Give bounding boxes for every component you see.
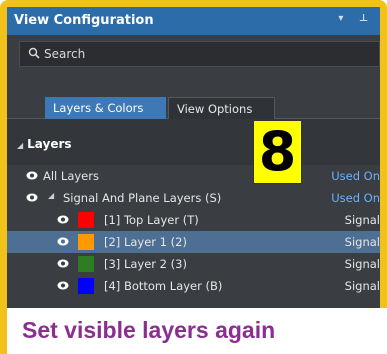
step-number-badge: 8 (253, 120, 302, 184)
search-placeholder: Search (44, 47, 86, 61)
eye-icon[interactable] (57, 259, 69, 268)
panel-menu-icon[interactable]: ▾ ⊥ (338, 13, 374, 24)
panel-titlebar: View Configuration ▾ ⊥ (7, 7, 380, 35)
collapse-triangle-icon[interactable]: ◢ (17, 141, 23, 150)
layers-section-header[interactable]: ◢ Layers (7, 119, 380, 165)
eye-icon[interactable] (26, 171, 38, 180)
layer-type: Signal (344, 213, 380, 227)
eye-icon[interactable] (57, 281, 69, 290)
tab-view-options[interactable]: View Options (168, 97, 275, 119)
collapse-triangle-icon[interactable]: ◢ (48, 191, 54, 200)
tutorial-caption: Set visible layers again (0, 308, 387, 354)
layer-type: Used On (331, 191, 380, 205)
layer-color-swatch[interactable] (78, 234, 94, 250)
layer-color-swatch[interactable] (78, 278, 94, 294)
signal-plane-group-row[interactable]: ◢ Signal And Plane Layers (S) Used On (7, 187, 380, 209)
search-input[interactable]: Search (19, 41, 380, 67)
layer-row[interactable]: [3] Layer 2 (3) Signal (7, 253, 380, 275)
all-layers-row[interactable]: All Layers Used On (7, 165, 380, 187)
layers-list: All Layers Used On ◢ Signal And Plane La… (7, 165, 380, 315)
layer-type: Signal (344, 257, 380, 271)
layer-row-selected[interactable]: [2] Layer 1 (2) Signal (7, 231, 380, 253)
layer-name: [3] Layer 2 (3) (104, 257, 187, 271)
layer-type: Signal (344, 235, 380, 249)
layer-color-swatch[interactable] (78, 212, 94, 228)
search-icon (28, 47, 40, 59)
panel-title: View Configuration (14, 13, 154, 28)
layer-name: All Layers (43, 169, 99, 183)
layer-type: Signal (344, 279, 380, 293)
section-title: Layers (27, 137, 72, 151)
tab-bar: Layers & Colors View Options (7, 73, 380, 119)
view-configuration-panel: View Configuration ▾ ⊥ Search Layers & C… (0, 0, 387, 354)
layer-row[interactable]: [4] Bottom Layer (B) Signal (7, 275, 380, 297)
layer-name: [4] Bottom Layer (B) (104, 279, 223, 293)
layer-color-swatch[interactable] (78, 256, 94, 272)
eye-icon[interactable] (57, 237, 69, 246)
layer-type: Used On (331, 169, 380, 183)
tab-layers-colors[interactable]: Layers & Colors (45, 97, 166, 119)
search-area: Search (7, 35, 380, 73)
layer-row[interactable]: [1] Top Layer (T) Signal (7, 209, 380, 231)
layer-name: [1] Top Layer (T) (104, 213, 199, 227)
layer-name: Signal And Plane Layers (S) (63, 191, 222, 205)
layer-name: [2] Layer 1 (2) (104, 235, 187, 249)
eye-icon[interactable] (57, 215, 69, 224)
eye-icon[interactable] (26, 193, 38, 202)
